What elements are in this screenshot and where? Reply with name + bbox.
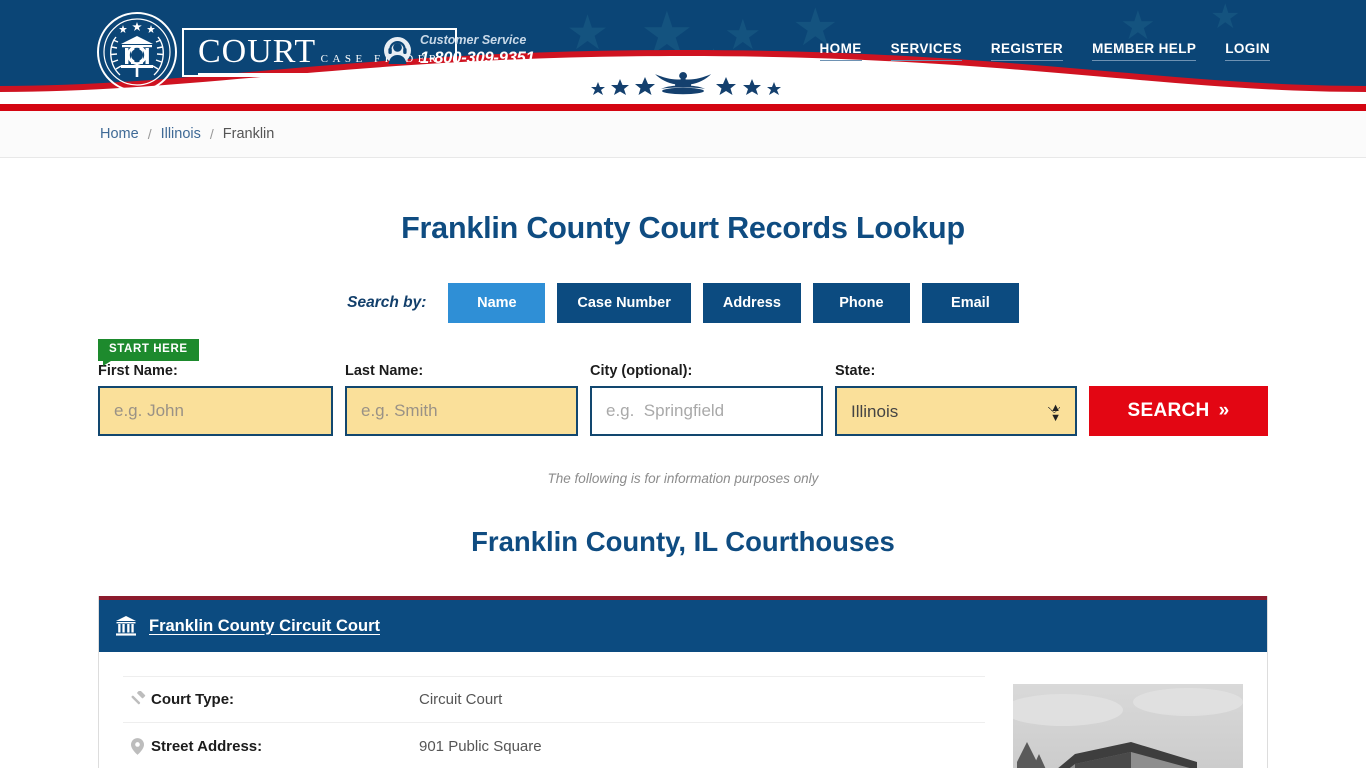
- court-seal-icon: [96, 11, 178, 93]
- nav-item-member-help[interactable]: MEMBER HELP: [1092, 41, 1197, 61]
- first-name-field-group: First Name:: [98, 363, 333, 436]
- tab-case-number[interactable]: Case Number: [557, 283, 691, 323]
- disclaimer-text: The following is for information purpose…: [547, 471, 819, 486]
- map-pin-icon: [123, 737, 151, 755]
- table-row: Street Address: 901 Public Square: [123, 723, 985, 768]
- courthouse-card: Franklin County Circuit Court Court Type…: [98, 596, 1268, 768]
- courthouse-card-body: Court Type: Circuit Court Street Address…: [99, 652, 1267, 768]
- customer-service-block[interactable]: Customer Service 1-800-309-9351: [384, 33, 535, 69]
- row-value: Circuit Court: [419, 691, 503, 708]
- breadcrumb-item-home[interactable]: Home: [100, 126, 139, 142]
- courthouse-detail-list: Court Type: Circuit Court Street Address…: [123, 676, 985, 768]
- tab-phone[interactable]: Phone: [812, 283, 910, 323]
- main-content: Franklin County Court Records Lookup Sea…: [0, 211, 1366, 768]
- courthouse-title-link[interactable]: Franklin County Circuit Court: [149, 617, 380, 636]
- courthouse-card-header: Franklin County Circuit Court: [99, 596, 1267, 652]
- courthouse-photo-wrapper: [1013, 676, 1243, 768]
- state-label: State:: [835, 363, 876, 379]
- courthouse-photo: [1013, 684, 1243, 768]
- nav-item-home[interactable]: HOME: [819, 41, 862, 61]
- search-by-tabs: Search by: Name Case Number Address Phon…: [0, 283, 1366, 323]
- row-label: Street Address:: [151, 737, 263, 755]
- tab-name[interactable]: Name: [448, 283, 546, 323]
- header-red-stripe: [0, 104, 1366, 111]
- search-button-label: SEARCH: [1127, 400, 1210, 421]
- first-name-input[interactable]: [98, 386, 333, 436]
- last-name-field-group: Last Name:: [345, 363, 578, 436]
- chevron-double-right-icon: »: [1218, 400, 1230, 421]
- state-select[interactable]: Illinois: [835, 386, 1077, 436]
- gavel-icon: [123, 691, 151, 708]
- breadcrumb-separator: /: [147, 126, 152, 142]
- breadcrumb-separator: /: [209, 126, 214, 142]
- breadcrumb: Home / Illinois / Franklin: [0, 111, 1366, 158]
- customer-service-phone[interactable]: 1-800-309-9351: [420, 48, 535, 69]
- search-form: START HERE First Name: Last Name: City (…: [0, 339, 1366, 436]
- page-title: Franklin County Court Records Lookup: [401, 211, 965, 245]
- search-by-label: Search by:: [347, 294, 427, 311]
- breadcrumb-item-illinois[interactable]: Illinois: [161, 126, 201, 142]
- row-label: Court Type:: [151, 691, 235, 708]
- nav-item-register[interactable]: REGISTER: [990, 41, 1064, 61]
- table-row: Court Type: Circuit Court: [123, 676, 985, 723]
- logo-title: COURT: [198, 32, 317, 75]
- city-label: City (optional):: [590, 363, 693, 379]
- start-here-badge: START HERE: [98, 339, 199, 365]
- last-name-label: Last Name:: [345, 363, 424, 379]
- city-input[interactable]: [590, 386, 823, 436]
- tab-address[interactable]: Address: [702, 283, 801, 323]
- row-value: 901 Public Square: [419, 737, 542, 755]
- breadcrumb-item-franklin: Franklin: [222, 126, 275, 142]
- section-title: Franklin County, IL Courthouses: [471, 526, 895, 557]
- headset-support-icon: [384, 37, 411, 65]
- city-field-group: City (optional):: [590, 363, 823, 436]
- tab-email[interactable]: Email: [921, 283, 1019, 323]
- nav-item-login[interactable]: LOGIN: [1225, 41, 1270, 61]
- state-field-group: State: Illinois ▲ ▼: [835, 363, 1077, 436]
- first-name-label: First Name:: [98, 363, 178, 379]
- main-navigation: HOME SERVICES REGISTER MEMBER HELP LOGIN: [819, 41, 1270, 61]
- nav-item-services[interactable]: SERVICES: [890, 41, 962, 61]
- last-name-input[interactable]: [345, 386, 578, 436]
- bank-columns-icon: [115, 615, 137, 637]
- customer-service-label: Customer Service: [420, 33, 527, 47]
- search-button[interactable]: SEARCH »: [1089, 386, 1268, 436]
- site-header: ★ ★ ★ ★ ★ ★ ★ ★: [0, 0, 1366, 104]
